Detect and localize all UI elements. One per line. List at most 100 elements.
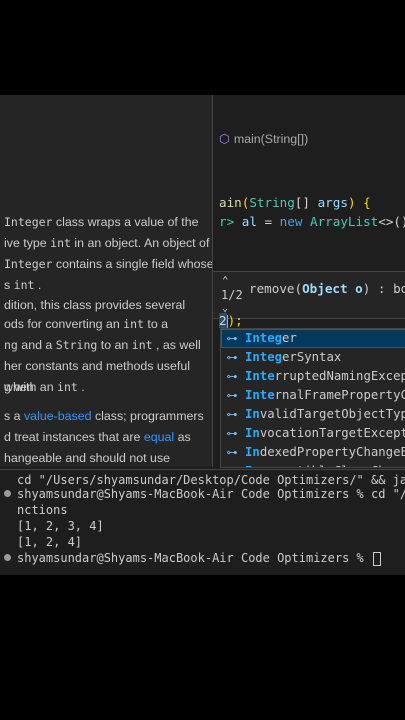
doc-text: and a (17, 338, 56, 352)
terminal-output: [1, 2, 3, 4] (17, 519, 104, 533)
autocomplete-item[interactable]: ⊶ IntegerSyntax (221, 348, 405, 367)
code-token: r> (219, 214, 242, 229)
match-highlight: In (245, 464, 260, 467)
terminal-line: shyamsundar@Shyams-MacBook-Air Code Opti… (17, 487, 405, 501)
suggestion-label: vocationTargetExceptio (259, 426, 405, 440)
doc-line: d treat instances that are equal as (4, 427, 212, 448)
doc-text: ods for converting an (4, 317, 124, 331)
code-line: ain(String[] args) { (219, 195, 371, 210)
match-highlight: In (245, 445, 260, 459)
doc-text: . (77, 380, 85, 394)
doc-code: int (131, 338, 153, 352)
doc-code: Integer (4, 257, 53, 271)
code-token: <>(); (378, 214, 405, 229)
doc-text: as (174, 430, 191, 444)
doc-line: g with an int . (4, 377, 212, 398)
doc-text: class wraps a value of the (52, 215, 199, 229)
doc-line: ng and a String to an int , as well (4, 335, 212, 356)
signature-return: ) : bool (362, 281, 405, 296)
doc-text: d treat instances that are (4, 430, 144, 444)
doc-line: dition, this class provides several (4, 295, 212, 316)
terminal-prompt: shyamsundar@Shyams-MacBook-Air Code Opti… (17, 551, 372, 565)
doc-text: . (34, 278, 42, 292)
terminal-output: [1, 2, 4] (17, 535, 83, 549)
code-token: [] (294, 195, 318, 210)
equal-link[interactable]: equal (144, 430, 174, 444)
autocomplete-item[interactable]: ⊶ InterruptedNamingExcepti (221, 367, 405, 386)
doc-text: s (4, 278, 14, 292)
codelens[interactable]: ⬡ main(String[]) (219, 131, 308, 146)
command-status-dot[interactable] (4, 490, 11, 497)
terminal-panel[interactable]: cd "/Users/shyamsundar/Desktop/Code Opti… (0, 469, 405, 575)
codelens-label: main(String[]) (233, 132, 309, 146)
class-icon: ⊶ (226, 446, 238, 459)
doc-text: to a (143, 317, 169, 331)
doc-line: hangeable and should not use instances (4, 448, 212, 467)
match-highlight: In (245, 426, 260, 440)
autocomplete-list[interactable]: ⊶ Integer ⊶ IntegerSyntax ⊶ InterruptedNaming… (220, 328, 405, 468)
autocomplete-item[interactable]: ⊶ Integer (221, 329, 405, 348)
vscode-window: Integer class wraps a value of the ive t… (0, 95, 405, 575)
doc-text: ive type (4, 236, 51, 250)
code-line: r> al = new ArrayList<>(); (219, 214, 405, 229)
autocomplete-item[interactable]: ⊶ IncompatibleClassChangeE (221, 462, 405, 467)
autocomplete-item[interactable]: ⊶ InvalidTargetObjectTypeE (221, 405, 405, 424)
doc-code: int (50, 236, 71, 250)
current-code-line: 2); (219, 313, 243, 329)
overload-counter: 1/2 (221, 288, 243, 302)
doc-line: Integer contains a single field whose (4, 254, 213, 275)
autocomplete-item[interactable]: ⊶ InternalFramePropertyChan (221, 386, 405, 405)
command-status-dot[interactable] (4, 554, 11, 561)
class-icon: ⊶ (226, 389, 238, 402)
match-highlight: In (245, 407, 260, 421)
doc-code: ng (4, 338, 18, 352)
doc-text: , as well (152, 338, 201, 352)
match-highlight: Inte (245, 369, 275, 383)
terminal-prompt-line: shyamsundar@Shyams-MacBook-Air Code Opti… (17, 550, 382, 566)
doc-code: Integer (4, 215, 53, 229)
signature-text: remove(Object o) : bool (249, 281, 405, 296)
doc-line: ive type int in an object. An object of (4, 233, 212, 254)
class-icon: ⊶ (226, 332, 238, 345)
code-token: ); (227, 313, 243, 328)
value-based-link[interactable]: value-based (24, 409, 92, 423)
terminal-line: nctions (17, 503, 68, 517)
signature-help-widget: ⌃ 1/2 ⌄ remove(Object o) : bool (213, 271, 405, 319)
doc-code: String (55, 338, 98, 352)
suggestion-label: dexedPropertyChangeEve (259, 445, 405, 459)
suggestion-label: erSyntax (282, 350, 342, 364)
code-token: args (317, 195, 348, 210)
suggestion-label: rnalFramePropertyChan (274, 388, 405, 402)
chevron-up-icon[interactable]: ⌃ (222, 274, 229, 287)
code-token: ) { (347, 195, 371, 210)
signature-active-param: Object o (302, 281, 363, 296)
match-highlight: Inte (245, 388, 275, 402)
autocomplete-item[interactable]: ⊶ InvocationTargetExceptio (221, 424, 405, 443)
doc-line: ods for converting an int to a (4, 314, 212, 335)
autocomplete-item[interactable]: ⊶ IndexedPropertyChangeEve (221, 443, 405, 462)
class-icon: ⊶ (226, 408, 238, 421)
doc-text: g with an (4, 380, 58, 394)
signature-method: remove( (249, 281, 303, 296)
class-icon: ⊶ (226, 370, 238, 383)
suggestion-label: validTargetObjectTypeE (259, 407, 405, 421)
class-icon: ⊶ (226, 427, 238, 440)
doc-text: hangeable and should not use instances (4, 451, 171, 465)
code-token: ain (219, 195, 242, 210)
doc-line: Integer class wraps a value of the (4, 212, 212, 233)
doc-text: dition, this class provides several (4, 298, 186, 312)
doc-text: contains a single field whose (52, 257, 213, 271)
doc-text: in an object. An object of (70, 236, 210, 250)
suggestion-label: er (282, 331, 297, 345)
terminal-cursor (373, 551, 382, 566)
method-cube-icon: ⬡ (219, 132, 230, 146)
javadoc-hover-panel: Integer class wraps a value of the ive t… (0, 95, 213, 467)
doc-text: class; programmers (91, 409, 204, 423)
code-token: String (249, 195, 295, 210)
match-highlight: Integ (245, 331, 283, 345)
class-icon: ⊶ (225, 462, 239, 467)
class-icon: ⊶ (226, 351, 238, 364)
doc-text: s a (4, 409, 24, 423)
doc-text: to an (97, 338, 132, 352)
doc-code: int (57, 380, 78, 394)
